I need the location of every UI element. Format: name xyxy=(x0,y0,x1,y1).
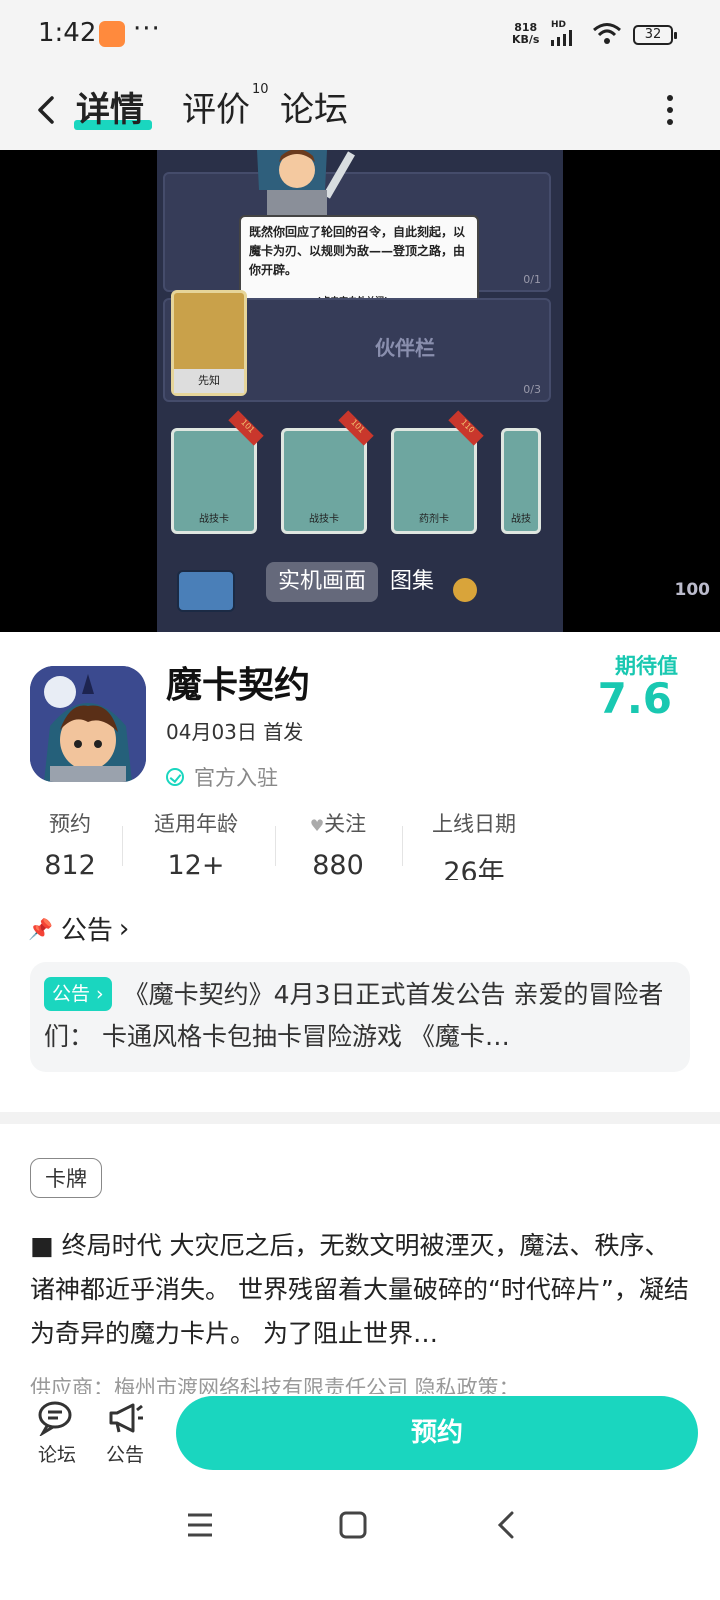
stat-launch-date: 上线日期26年Q1 xyxy=(432,812,516,880)
back-arrow-icon xyxy=(177,570,235,612)
app-info-section: 魔卡契约 04月03日 首发 官方入驻 期待值 7.6 预约 812 适用年龄 12… xyxy=(0,632,720,1112)
more-notifications-icon: ··· xyxy=(133,14,161,44)
verified-check-icon xyxy=(166,768,184,786)
tab-reviews[interactable]: 评价10 xyxy=(182,82,269,131)
recent-apps-icon[interactable] xyxy=(186,1512,214,1538)
stat-followers[interactable]: ♥关注 880 xyxy=(302,808,374,880)
forum-icon xyxy=(38,1401,72,1436)
section-divider xyxy=(0,1112,720,1124)
card-item: 101 战技卡 xyxy=(281,410,374,534)
official-badge[interactable]: 官方入驻 xyxy=(166,762,278,792)
pin-icon: 📌 xyxy=(28,916,53,941)
partner-slot-label: 伙伴栏 xyxy=(375,336,435,360)
tab-gallery[interactable]: 图集 xyxy=(378,562,446,602)
notice-card[interactable]: 公告 › 《魔卡契约》4月3日正式首发公告 亲爱的冒险者们： 卡通风格卡包抽卡冒险… xyxy=(30,962,690,1072)
wifi-icon xyxy=(593,23,621,44)
system-navigation-bar xyxy=(0,1490,720,1600)
forum-button[interactable]: 论坛 xyxy=(32,1400,82,1467)
stats-row: 预约812 适用年龄12+ ♥关注 880 上线日期26年Q1 xyxy=(0,808,720,880)
stat-divider xyxy=(275,826,276,866)
description-text[interactable]: ■ 终局时代 大灾厄之后，无数文明被湮灭，魔法、秩序、诸神都近乎消失。 世界残留… xyxy=(30,1224,690,1356)
card-item: 战技 xyxy=(501,428,541,534)
stat-age-rating: 适用年龄 12+ xyxy=(154,812,238,880)
stat-divider xyxy=(402,826,403,866)
publisher-info: 供应商：梅州市渡网络科技有限责任公司 隐私政策： xyxy=(30,1376,520,1394)
stat-reservations: 预约 812 xyxy=(44,812,96,880)
prophet-card: 先知 xyxy=(171,290,247,396)
status-time: 1:42 xyxy=(38,18,97,48)
back-icon[interactable] xyxy=(496,1510,516,1540)
genre-tag[interactable]: 卡牌 xyxy=(30,1158,102,1198)
tab-gameplay[interactable]: 实机画面 xyxy=(266,562,379,602)
review-count: 10 xyxy=(252,81,269,97)
media-tabs: 实机画面 图集 xyxy=(266,562,446,602)
media-viewer[interactable]: 0/1 既然你回应了轮回的召令，自此刻起，以魔卡为刃、以规则为敌——登顶之路，由… xyxy=(0,150,720,632)
follow-heart-icon: ♥ xyxy=(309,816,325,835)
notice-badge: 公告 › xyxy=(44,977,112,1011)
card-item: 101 战技卡 xyxy=(171,410,264,534)
more-options-icon[interactable] xyxy=(664,90,676,130)
card-item: 110 药剂卡 xyxy=(391,410,484,534)
tab-details[interactable]: 详情 xyxy=(76,82,144,131)
status-bar: 1:42 ··· 818 KB/s HD 32 xyxy=(0,0,720,70)
network-speed: 818 KB/s xyxy=(512,21,540,46)
expectation-score: 7.6 xyxy=(597,674,672,723)
stat-divider xyxy=(122,826,123,866)
coin-icon xyxy=(453,578,477,602)
app-title: 魔卡契约 xyxy=(166,665,311,706)
bottom-action-bar: 论坛 公告 预约 xyxy=(0,1394,720,1490)
tab-forum[interactable]: 论坛 xyxy=(280,82,348,131)
hd-badge: HD xyxy=(551,20,567,30)
release-date: 04月03日 首发 xyxy=(166,720,304,744)
back-arrow-icon[interactable] xyxy=(30,90,70,130)
notice-header-link[interactable]: 📌 公告 › xyxy=(28,910,129,947)
game-screenshot: 0/1 既然你回应了轮回的召令，自此刻起，以魔卡为刃、以规则为敌——登顶之路，由… xyxy=(157,150,563,632)
megaphone-icon xyxy=(109,1403,143,1433)
notification-app-icon xyxy=(99,21,125,47)
top-navigation: 详情 评价10 论坛 xyxy=(0,70,720,150)
battery-icon: 32 xyxy=(633,25,677,45)
home-icon[interactable] xyxy=(339,1511,367,1539)
reserve-button[interactable]: 预约 xyxy=(176,1396,698,1470)
description-section: 卡牌 ■ 终局时代 大灾厄之后，无数文明被湮灭，魔法、秩序、诸神都近乎消失。 世… xyxy=(0,1124,720,1394)
app-icon xyxy=(30,666,146,782)
notice-button[interactable]: 公告 xyxy=(100,1400,150,1467)
coin-count: 100 xyxy=(674,580,711,600)
chevron-right-icon: › xyxy=(118,913,130,944)
signal-icon xyxy=(551,30,572,46)
